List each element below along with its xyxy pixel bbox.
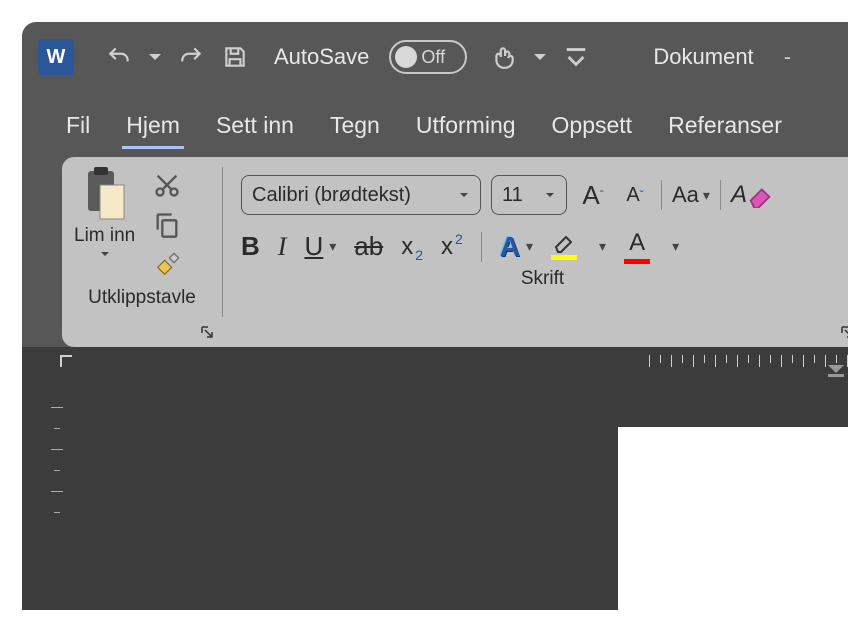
bold-button[interactable]: B [241,231,260,262]
italic-button[interactable]: I [278,232,287,262]
group-clipboard: Lim inn Utklippstavle [62,157,222,347]
toggle-knob [395,46,417,68]
paste-button[interactable]: Lim inn [74,165,135,283]
separator [661,180,662,210]
decrease-font-size-button[interactable]: A ˇ [619,175,651,215]
tab-fil[interactable]: Fil [48,102,108,153]
chevron-down-icon [544,190,556,200]
touch-mode-button[interactable] [487,40,521,74]
launcher-icon [840,325,848,339]
paste-label: Lim inn [74,225,135,247]
save-button[interactable] [218,40,252,74]
tab-tegn[interactable]: Tegn [312,102,398,153]
document-area [22,377,848,610]
quick-access-customize[interactable] [559,40,593,74]
increase-font-size-button[interactable]: A ˆ [577,175,609,215]
tab-oppsett[interactable]: Oppsett [534,102,651,153]
subscript-button[interactable]: x2 [401,233,423,261]
cut-button[interactable] [153,171,181,199]
text-effects-button[interactable]: A ▾ [500,231,533,263]
tab-settinn[interactable]: Sett inn [198,102,312,153]
highlight-button[interactable] [551,233,577,260]
highlight-color-swatch [551,255,577,260]
clear-formatting-button[interactable]: A [731,175,773,215]
ruler-corner-icon [60,355,72,367]
copy-button[interactable] [153,211,181,239]
group-font: Calibri (brødtekst) 11 A ˆ A ˇ Aa [223,157,848,347]
font-color-dropdown[interactable]: ▾ [672,238,679,255]
autosave-toggle[interactable]: Off [389,40,467,74]
strikethrough-button[interactable]: ab [354,231,383,262]
chevron-down-icon [99,249,111,259]
font-color-button[interactable]: A [624,229,650,264]
document-page[interactable] [618,427,848,610]
ribbon: Lim inn Utklippstavle Calibri (brødtekst… [62,157,848,347]
titlebar: W AutoSave Off Dokument - [22,22,848,92]
font-size-value: 11 [502,184,523,207]
autosave-label: AutoSave [274,44,369,70]
horizontal-ruler[interactable] [22,347,848,377]
document-canvas[interactable] [92,377,848,610]
font-name-select[interactable]: Calibri (brødtekst) [241,175,481,215]
vertical-ruler[interactable] [22,377,92,610]
title-dash: - [784,44,791,70]
chevron-down-icon [458,190,470,200]
undo-dropdown[interactable] [146,40,164,74]
tab-utforming[interactable]: Utforming [398,102,534,153]
touch-dropdown[interactable] [531,40,549,74]
clipboard-group-title: Utklippstavle [74,283,210,313]
highlighter-icon [552,233,576,253]
redo-button[interactable] [174,40,208,74]
tab-hjem[interactable]: Hjem [108,102,198,153]
superscript-button[interactable]: x2 [441,233,463,261]
clipboard-launcher[interactable] [198,323,216,341]
font-name-value: Calibri (brødtekst) [252,184,411,207]
ruler-ticks [649,355,848,367]
autosave-state: Off [421,47,445,68]
undo-button[interactable] [102,40,136,74]
app-window: W AutoSave Off Dokument - Fi [22,22,848,610]
font-group-title: Skrift [235,264,848,294]
separator [720,180,721,210]
font-launcher[interactable] [838,323,848,341]
eraser-icon [747,182,773,208]
tab-referanser[interactable]: Referanser [650,102,800,153]
word-app-icon: W [38,39,74,75]
ribbon-tabs: Fil Hjem Sett inn Tegn Utforming Oppsett… [22,92,848,153]
separator [481,232,482,262]
underline-button[interactable]: U ▾ [304,231,336,262]
change-case-button[interactable]: Aa ▾ [672,175,710,215]
highlight-dropdown[interactable]: ▾ [599,238,606,255]
font-size-select[interactable]: 11 [491,175,567,215]
document-name: Dokument [653,44,753,70]
launcher-icon [200,325,214,339]
format-painter-button[interactable] [153,251,181,279]
clipboard-icon [82,165,128,223]
